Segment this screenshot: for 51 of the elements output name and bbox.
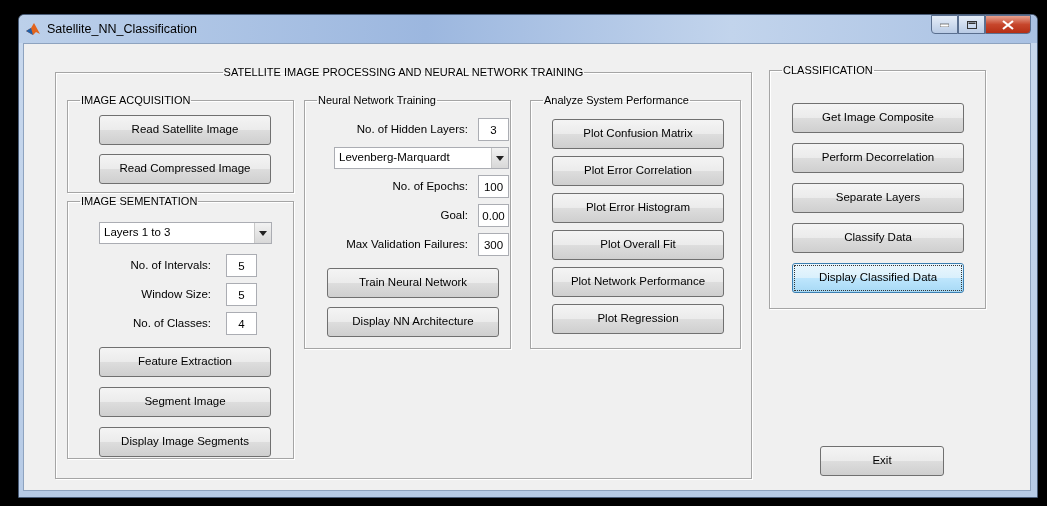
window-title: Satellite_NN_Classification bbox=[47, 20, 198, 38]
field-label: No. of Epochs: bbox=[391, 178, 468, 194]
input-field[interactable]: 5 bbox=[226, 283, 257, 306]
field-label: No. of Classes: bbox=[132, 315, 211, 331]
close-button[interactable] bbox=[985, 15, 1031, 34]
maximize-icon bbox=[966, 20, 977, 29]
panel-title: Analyze System Performance bbox=[543, 93, 690, 107]
push-button[interactable]: Plot Network Performance bbox=[552, 267, 724, 297]
input-field[interactable]: 3 bbox=[478, 118, 509, 141]
maximize-button[interactable] bbox=[958, 15, 985, 34]
push-button[interactable]: Read Satellite Image bbox=[99, 115, 271, 145]
push-button[interactable]: Plot Error Histogram bbox=[552, 193, 724, 223]
input-field[interactable]: 300 bbox=[478, 233, 509, 256]
minimize-button[interactable] bbox=[931, 15, 958, 34]
push-button[interactable]: Display NN Architecture bbox=[327, 307, 499, 337]
push-button[interactable]: Plot Error Correlation bbox=[552, 156, 724, 186]
logo-icon bbox=[25, 21, 41, 37]
input-field[interactable]: 5 bbox=[226, 254, 257, 277]
caret-icon bbox=[259, 230, 267, 236]
push-button[interactable]: Perform Decorrelation bbox=[792, 143, 964, 173]
field-label: Goal: bbox=[439, 207, 468, 223]
push-button[interactable]: Segment Image bbox=[99, 387, 271, 417]
push-button[interactable]: Read Compressed Image bbox=[99, 154, 271, 184]
input-field[interactable]: 0.00 bbox=[478, 204, 509, 227]
close-icon bbox=[1002, 19, 1014, 30]
minimize-icon bbox=[940, 22, 949, 27]
dropdown[interactable]: Levenberg-Marquardt bbox=[334, 147, 509, 169]
field-label: No. of Intervals: bbox=[129, 257, 211, 273]
push-button[interactable]: Feature Extraction bbox=[99, 347, 271, 377]
panel-title: CLASSIFICATION bbox=[782, 63, 874, 77]
input-field[interactable]: 4 bbox=[226, 312, 257, 335]
field-label: No. of Hidden Layers: bbox=[355, 121, 468, 137]
panel-title: IMAGE ACQUISITION bbox=[80, 93, 192, 107]
field-label: Window Size: bbox=[140, 286, 211, 302]
push-button[interactable]: Exit bbox=[820, 446, 944, 476]
push-button[interactable]: Plot Confusion Matrix bbox=[552, 119, 724, 149]
panel-title: Neural Network Training bbox=[317, 93, 437, 107]
panel-title: SATELLITE IMAGE PROCESSING AND NEURAL NETWORK TRAINING bbox=[222, 65, 585, 79]
push-button[interactable]: Classify Data bbox=[792, 223, 964, 253]
push-button[interactable]: Display Classified Data bbox=[792, 263, 964, 293]
input-field[interactable]: 100 bbox=[478, 175, 509, 198]
caret-icon bbox=[496, 155, 504, 161]
push-button[interactable]: Separate Layers bbox=[792, 183, 964, 213]
push-button[interactable]: Get Image Composite bbox=[792, 103, 964, 133]
push-button[interactable]: Plot Regression bbox=[552, 304, 724, 334]
push-button[interactable]: Train Neural Network bbox=[327, 268, 499, 298]
push-button[interactable]: Plot Overall Fit bbox=[552, 230, 724, 260]
panel-title: IMAGE SEMENTATION bbox=[80, 194, 199, 208]
field-label: Max Validation Failures: bbox=[345, 236, 468, 252]
dropdown[interactable]: Layers 1 to 3 bbox=[99, 222, 272, 244]
push-button[interactable]: Display Image Segments bbox=[99, 427, 271, 457]
